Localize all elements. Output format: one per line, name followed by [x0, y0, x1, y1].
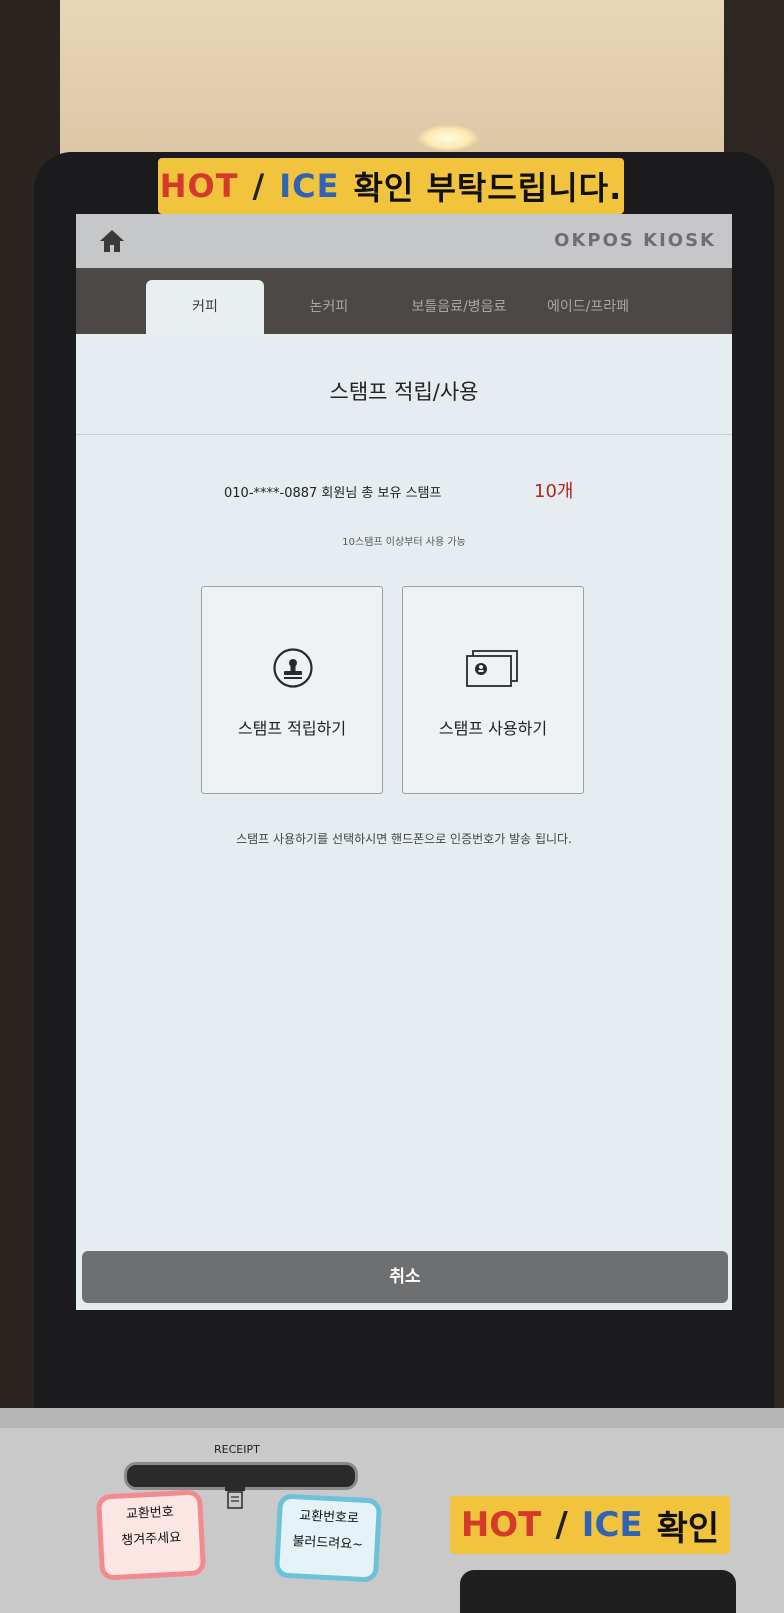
title-divider — [76, 434, 732, 435]
earn-stamp-button[interactable]: 스탬프 적립하기 — [201, 586, 383, 794]
sticker-ice: ICE — [279, 167, 340, 205]
page-title: 스탬프 적립/사용 — [329, 380, 479, 404]
brand-logo: OKPOS KIOSK — [554, 230, 716, 251]
base-edge — [0, 1408, 784, 1428]
top-bar: OKPOS KIOSK — [76, 214, 732, 268]
ceiling-light — [418, 125, 478, 151]
bottom-sticker: HOT / ICE 확인 — [450, 1496, 730, 1554]
home-icon[interactable] — [98, 228, 126, 254]
member-stamp-text: 010-****-0887 회원님 총 보유 스탬프 — [224, 486, 442, 501]
min-usage-note: 10스탬프 이상부터 사용 가능 — [342, 537, 466, 548]
bottom-sticker-ice: ICE — [581, 1505, 643, 1545]
receipt-icon — [225, 1487, 245, 1509]
kiosk-screen: OKPOS KIOSK 커피 논커피 보틀음료/병음료 에이드/프라페 스탬프 … — [76, 214, 732, 1310]
verification-notice: 스탬프 사용하기를 선택하시면 핸드폰으로 인증번호가 발송 됩니다. — [236, 832, 572, 846]
note-right-line-2: 불러드려요~ — [292, 1534, 364, 1553]
tab-ade-frappe[interactable]: 에이드/프라페 — [528, 280, 648, 334]
sticker-slash: / — [252, 167, 266, 205]
stamp-count: 10개 — [534, 481, 574, 502]
earn-stamp-label: 스탬프 적립하기 — [237, 719, 347, 738]
tab-non-coffee[interactable]: 논커피 — [274, 280, 384, 334]
stamp-panel: 스탬프 적립/사용 010-****-0887 회원님 총 보유 스탬프 10개… — [76, 334, 732, 1310]
bottom-sticker-hot: HOT — [460, 1505, 542, 1545]
sticky-note-right: 교환번호로 불러드려요~ — [273, 1493, 383, 1583]
category-tabs: 커피 논커피 보틀음료/병음료 에이드/프라페 — [76, 268, 732, 334]
tab-bottled-drinks[interactable]: 보틀음료/병음료 — [394, 280, 524, 334]
stamp-cards-icon — [466, 650, 518, 687]
sticky-note-left: 교환번호 챙겨주세요 — [95, 1489, 207, 1581]
use-stamp-button[interactable]: 스탬프 사용하기 — [402, 586, 584, 794]
sticker-text: 확인 부탁드립니다. — [353, 169, 623, 207]
card-reader-slot — [460, 1570, 736, 1613]
top-sticker: HOT / ICE 확인 부탁드립니다. — [156, 156, 626, 216]
tab-coffee[interactable]: 커피 — [146, 280, 264, 334]
bottom-sticker-slash: / — [555, 1505, 568, 1545]
cancel-button[interactable]: 취소 — [82, 1251, 728, 1303]
use-stamp-label: 스탬프 사용하기 — [438, 719, 548, 738]
receipt-label: RECEIPT — [214, 1443, 260, 1456]
note-left-line-2: 챙겨주세요 — [120, 1530, 182, 1549]
sticker-hot: HOT — [159, 167, 239, 205]
bottom-sticker-text: 확인 — [656, 1508, 720, 1549]
stamp-icon — [273, 648, 313, 688]
